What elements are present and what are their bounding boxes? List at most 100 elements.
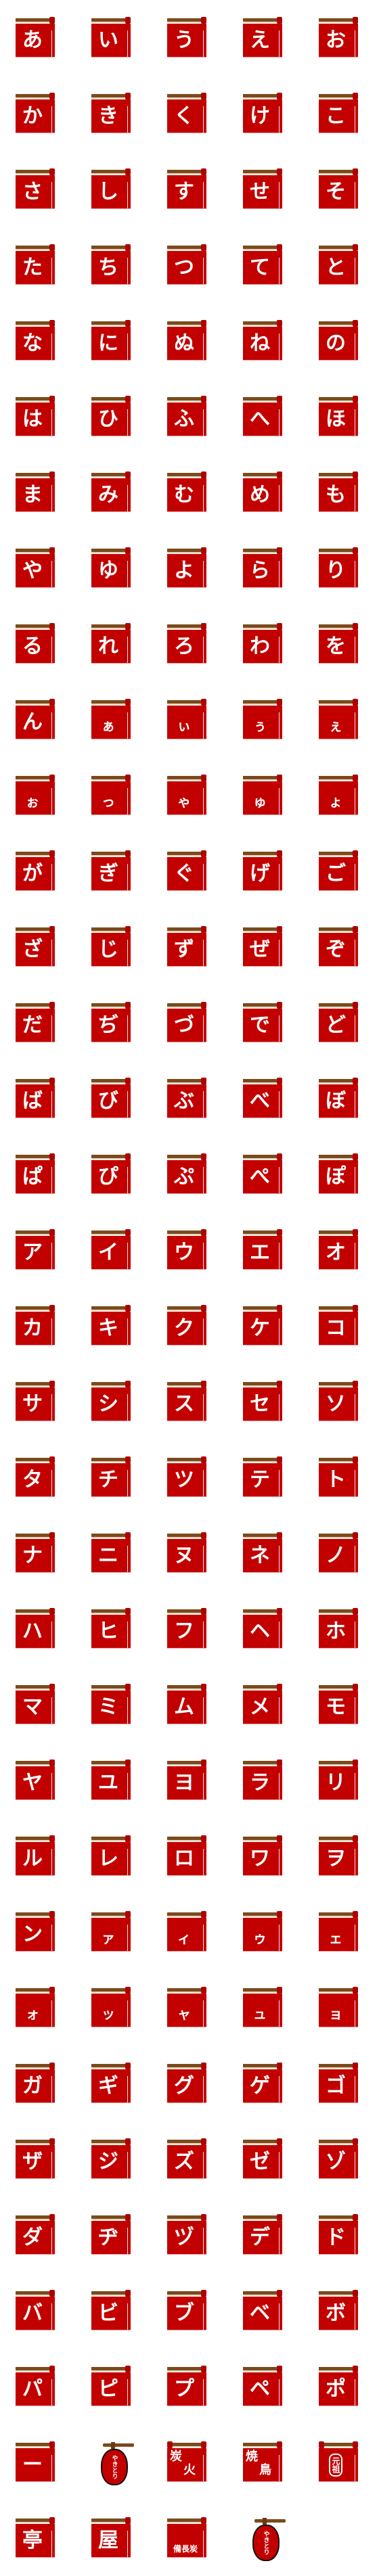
sticker-tile[interactable]: ツ — [152, 1440, 227, 1515]
sticker-tile[interactable]: ご — [303, 833, 379, 909]
sticker-tile[interactable]: エ — [227, 1212, 303, 1288]
sticker-tile[interactable]: ラ — [227, 1743, 303, 1818]
sticker-tile[interactable]: づ — [152, 985, 227, 1061]
sticker-tile[interactable]: と — [303, 227, 379, 303]
sticker-tile[interactable]: れ — [76, 606, 152, 682]
sticker-tile[interactable]: ザ — [0, 2121, 76, 2197]
sticker-tile[interactable]: レ — [76, 1818, 152, 1894]
sticker-tile[interactable]: ぉ — [0, 758, 76, 833]
sticker-tile[interactable]: む — [152, 455, 227, 530]
sticker-tile[interactable]: じ — [76, 909, 152, 985]
sticker-tile[interactable]: み — [76, 455, 152, 530]
sticker-tile[interactable]: ん — [0, 682, 76, 758]
sticker-tile[interactable]: だ — [0, 985, 76, 1061]
sticker-tile[interactable]: ぃ — [152, 682, 227, 758]
sticker-tile[interactable]: か — [0, 76, 76, 152]
sticker-tile[interactable]: ォ — [0, 1970, 76, 2046]
sticker-tile[interactable]: ょ — [303, 758, 379, 833]
sticker-tile[interactable]: ぱ — [0, 1136, 76, 1212]
sticker-tile[interactable]: ル — [0, 1818, 76, 1894]
sticker-tile[interactable]: シ — [76, 1364, 152, 1440]
sticker-tile[interactable]: ま — [0, 455, 76, 530]
sticker-tile[interactable]: ダ — [0, 2197, 76, 2273]
sticker-tile[interactable]: イ — [76, 1212, 152, 1288]
sticker-tile[interactable]: な — [0, 303, 76, 379]
sticker-tile[interactable]: 亭 — [0, 2500, 76, 2576]
sticker-tile[interactable]: ヤ — [0, 1743, 76, 1818]
sticker-tile[interactable]: ユ — [76, 1743, 152, 1818]
sticker-tile[interactable]: ぇ — [303, 682, 379, 758]
sticker-tile[interactable]: ー — [0, 2424, 76, 2500]
sticker-tile[interactable]: パ — [0, 2349, 76, 2424]
sticker-tile[interactable]: ぁ — [76, 682, 152, 758]
sticker-tile[interactable]: ら — [227, 530, 303, 606]
sticker-tile[interactable]: の — [303, 303, 379, 379]
sticker-tile[interactable]: ぞ — [303, 909, 379, 985]
sticker-tile[interactable]: ィ — [152, 1894, 227, 1970]
sticker-tile[interactable]: ひ — [76, 379, 152, 455]
sticker-tile[interactable]: ち — [76, 227, 152, 303]
sticker-tile[interactable]: に — [76, 303, 152, 379]
sticker-tile[interactable]: ゼ — [227, 2121, 303, 2197]
sticker-tile[interactable]: やきとり — [227, 2500, 303, 2576]
sticker-tile[interactable]: い — [76, 0, 152, 76]
sticker-tile[interactable]: ミ — [76, 1667, 152, 1743]
sticker-tile[interactable]: ア — [0, 1212, 76, 1288]
sticker-tile[interactable]: ほ — [303, 379, 379, 455]
sticker-tile[interactable]: く — [152, 76, 227, 152]
sticker-tile[interactable]: し — [76, 152, 152, 227]
sticker-tile[interactable]: え — [227, 0, 303, 76]
sticker-tile[interactable]: ス — [152, 1364, 227, 1440]
sticker-tile[interactable]: て — [227, 227, 303, 303]
sticker-tile[interactable]: オ — [303, 1212, 379, 1288]
sticker-tile[interactable]: め — [227, 455, 303, 530]
sticker-tile[interactable]: ョ — [303, 1970, 379, 2046]
sticker-tile[interactable]: あ — [0, 0, 76, 76]
sticker-tile[interactable]: ヌ — [152, 1515, 227, 1591]
sticker-tile[interactable]: す — [152, 152, 227, 227]
sticker-tile[interactable]: ず — [152, 909, 227, 985]
sticker-tile[interactable]: び — [76, 1061, 152, 1136]
sticker-tile[interactable]: う — [152, 0, 227, 76]
sticker-tile[interactable]: やきとり — [76, 2424, 152, 2500]
sticker-tile[interactable]: わ — [227, 606, 303, 682]
sticker-tile[interactable]: や — [0, 530, 76, 606]
sticker-tile[interactable]: モ — [303, 1667, 379, 1743]
sticker-tile[interactable]: り — [303, 530, 379, 606]
sticker-tile[interactable]: ぺ — [227, 1136, 303, 1212]
sticker-tile[interactable]: チ — [76, 1440, 152, 1515]
sticker-tile[interactable]: ぬ — [152, 303, 227, 379]
sticker-tile[interactable]: ヲ — [303, 1818, 379, 1894]
sticker-tile[interactable]: 備長炭 — [152, 2500, 227, 2576]
sticker-tile[interactable]: ぐ — [152, 833, 227, 909]
sticker-tile[interactable]: コ — [303, 1288, 379, 1364]
sticker-tile[interactable]: ガ — [0, 2046, 76, 2121]
sticker-tile[interactable]: き — [76, 76, 152, 152]
sticker-tile[interactable]: ヨ — [152, 1743, 227, 1818]
sticker-tile[interactable]: ぢ — [76, 985, 152, 1061]
sticker-tile[interactable]: ぎ — [76, 833, 152, 909]
sticker-tile[interactable]: が — [0, 833, 76, 909]
sticker-tile[interactable]: デ — [227, 2197, 303, 2273]
sticker-tile[interactable]: は — [0, 379, 76, 455]
sticker-tile[interactable]: ゥ — [227, 1894, 303, 1970]
sticker-tile[interactable]: ふ — [152, 379, 227, 455]
sticker-tile[interactable]: ぽ — [303, 1136, 379, 1212]
sticker-tile[interactable]: ヒ — [76, 1591, 152, 1667]
sticker-tile[interactable]: せ — [227, 152, 303, 227]
sticker-tile[interactable]: カ — [0, 1288, 76, 1364]
sticker-tile[interactable]: セ — [227, 1364, 303, 1440]
sticker-tile[interactable]: テ — [227, 1440, 303, 1515]
sticker-tile[interactable]: 元祖 — [303, 2424, 379, 2500]
sticker-tile[interactable]: 焼鳥 — [227, 2424, 303, 2500]
sticker-tile[interactable]: を — [303, 606, 379, 682]
sticker-tile[interactable]: ナ — [0, 1515, 76, 1591]
sticker-tile[interactable]: ワ — [227, 1818, 303, 1894]
sticker-tile[interactable]: ゲ — [227, 2046, 303, 2121]
sticker-tile[interactable]: ヘ — [227, 1591, 303, 1667]
sticker-tile[interactable]: ム — [152, 1667, 227, 1743]
sticker-tile[interactable]: ゴ — [303, 2046, 379, 2121]
sticker-tile[interactable]: ギ — [76, 2046, 152, 2121]
sticker-tile[interactable]: ヂ — [76, 2197, 152, 2273]
sticker-tile[interactable]: ベ — [227, 2273, 303, 2349]
